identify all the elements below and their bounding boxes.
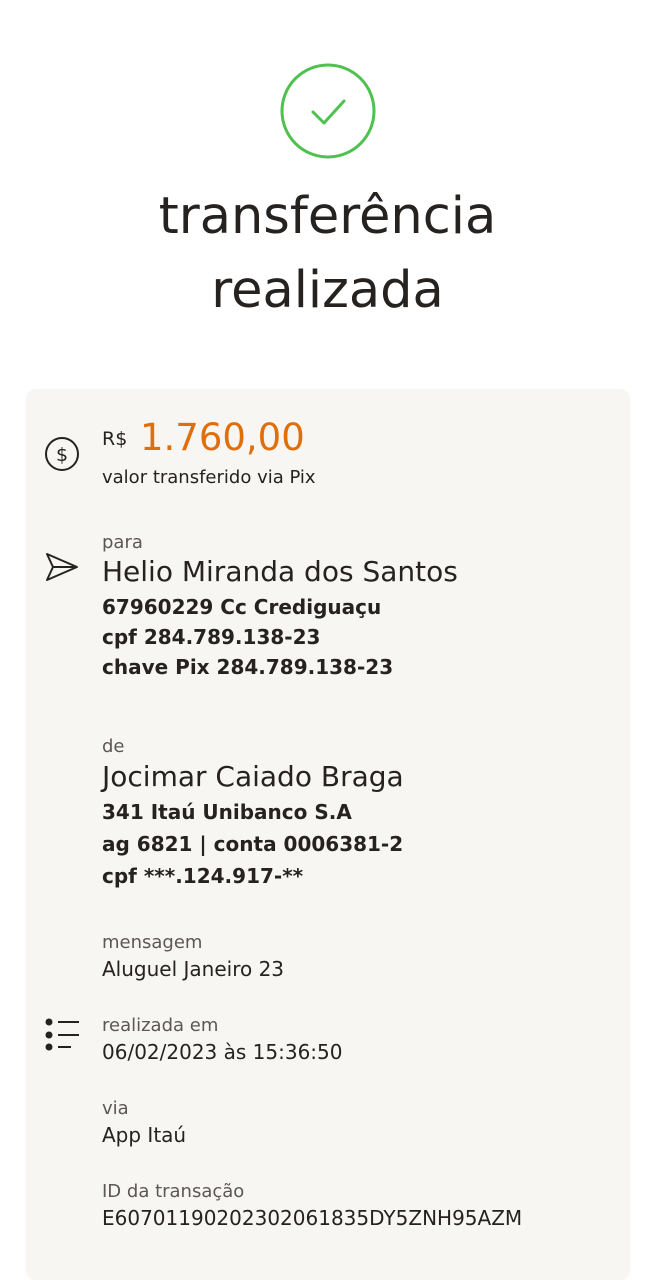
recipient-cpf: cpf 284.789.138-23 xyxy=(102,625,321,649)
currency-symbol: R$ xyxy=(102,428,128,450)
recipient-pix-key: chave Pix 284.789.138-23 xyxy=(102,655,394,679)
via-value: App Itaú xyxy=(102,1123,187,1147)
message-value: Aluguel Janeiro 23 xyxy=(102,957,285,981)
success-check-icon xyxy=(280,63,376,159)
transfer-amount: 1.760,00 xyxy=(140,416,305,459)
title-line-2: realizada xyxy=(211,261,444,320)
date-label: realizada em xyxy=(102,1015,219,1036)
recipient-name: Helio Miranda dos Santos xyxy=(102,555,458,588)
sender-name: Jocimar Caiado Braga xyxy=(102,760,404,793)
recipient-label: para xyxy=(102,532,143,553)
title-line-1: transferência xyxy=(158,187,497,246)
send-icon xyxy=(44,551,80,583)
dollar-circle-icon: $ xyxy=(44,436,80,472)
sender-agency-account: ag 6821 | conta 0006381-2 xyxy=(102,832,404,856)
sender-bank: 341 Itaú Unibanco S.A xyxy=(102,800,352,824)
via-label: via xyxy=(102,1098,129,1119)
message-label: mensagem xyxy=(102,932,203,953)
page-title: transferência realizada xyxy=(0,180,655,328)
amount-caption: valor transferido via Pix xyxy=(102,467,316,488)
recipient-account: 67960229 Cc Crediguaçu xyxy=(102,595,382,619)
transaction-id-value: E60701190202302061835DY5ZNH95AZM xyxy=(102,1206,523,1230)
date-value: 06/02/2023 às 15:36:50 xyxy=(102,1040,343,1064)
sender-cpf: cpf ***.124.917-** xyxy=(102,864,304,888)
transaction-id-label: ID da transação xyxy=(102,1181,245,1202)
sender-label: de xyxy=(102,736,125,757)
list-icon xyxy=(44,1017,80,1053)
svg-text:$: $ xyxy=(56,444,68,466)
